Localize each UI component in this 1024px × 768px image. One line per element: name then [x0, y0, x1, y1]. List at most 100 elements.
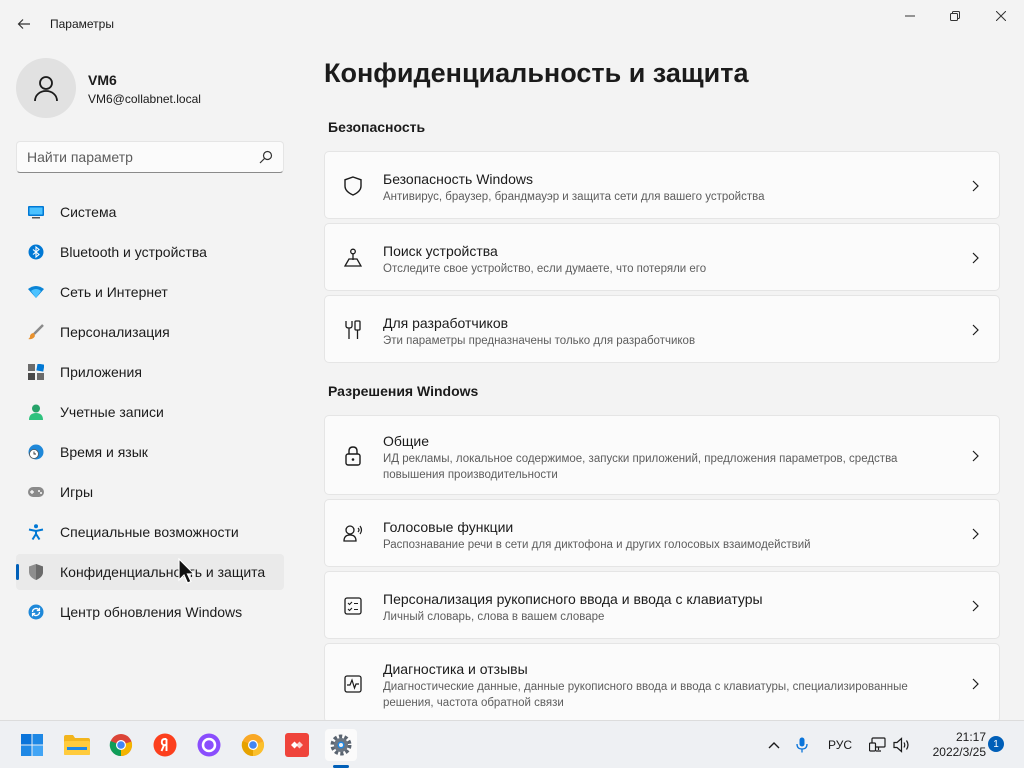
- network-tray-button[interactable]: [866, 721, 890, 768]
- taskbar-chrome[interactable]: [105, 729, 137, 761]
- sidebar-item-label: Конфиденциальность и защита: [60, 564, 266, 580]
- taskbar-alice[interactable]: [193, 729, 225, 761]
- restore-icon: [950, 11, 960, 21]
- sidebar-item-label: Учетные записи: [60, 404, 164, 420]
- minimize-button[interactable]: [887, 0, 933, 32]
- close-button[interactable]: [978, 0, 1024, 32]
- card-description: ИД рекламы, локальное содержимое, запуск…: [383, 453, 898, 481]
- taskbar-file-explorer[interactable]: [61, 729, 93, 761]
- account-icon: [28, 404, 44, 420]
- chevron-right-icon: [972, 450, 979, 462]
- section-header-security: Безопасность: [328, 119, 426, 135]
- microphone-icon: [796, 737, 808, 753]
- card-title: Персонализация рукописного ввода и ввода…: [383, 591, 763, 607]
- update-icon: [28, 604, 44, 620]
- clock-date: 2022/3/25: [932, 745, 986, 759]
- card-title: Для разработчиков: [383, 315, 509, 331]
- chrome-icon: [109, 734, 133, 757]
- minimize-icon: [905, 15, 915, 17]
- taskbar-anydesk[interactable]: [281, 729, 313, 761]
- card-inking-typing[interactable]: Персонализация рукописного ввода и ввода…: [324, 571, 1000, 639]
- avatar[interactable]: [16, 58, 76, 118]
- sidebar-item-personalization[interactable]: Персонализация: [16, 314, 284, 350]
- network-wired-icon: [869, 737, 886, 752]
- app-title: Параметры: [50, 17, 114, 31]
- sidebar-item-privacy[interactable]: Конфиденциальность и защита: [16, 554, 284, 590]
- sidebar-item-bluetooth[interactable]: Bluetooth и устройства: [16, 234, 284, 270]
- chevron-right-icon: [972, 600, 979, 612]
- anydesk-icon: [285, 733, 309, 757]
- microphone-button[interactable]: [790, 721, 814, 768]
- section-header-windows-permissions: Разрешения Windows: [328, 383, 479, 399]
- chevron-right-icon: [972, 180, 979, 192]
- notification-badge[interactable]: 1: [988, 736, 1004, 752]
- show-hidden-icons-button[interactable]: [762, 721, 786, 768]
- card-diagnostics-feedback[interactable]: Диагностика и отзывы Диагностические дан…: [324, 643, 1000, 723]
- taskbar-settings[interactable]: [325, 729, 357, 761]
- taskbar: РУС 21:17 2022/3/25: [0, 720, 1024, 768]
- volume-button[interactable]: [890, 721, 914, 768]
- settings-icon: [330, 734, 352, 756]
- diagnostics-icon: [343, 674, 363, 694]
- start-button[interactable]: [16, 729, 48, 761]
- search-icon[interactable]: [259, 150, 273, 164]
- brush-icon: [28, 324, 44, 340]
- clock[interactable]: 21:17 2022/3/25: [916, 730, 986, 760]
- card-description: Антивирус, браузер, брандмауэр и защита …: [383, 191, 765, 203]
- search-box: [16, 141, 284, 173]
- card-title: Безопасность Windows: [383, 171, 533, 187]
- card-title: Диагностика и отзывы: [383, 661, 528, 677]
- sidebar-item-label: Приложения: [60, 364, 142, 380]
- chevron-right-icon: [972, 252, 979, 264]
- card-general[interactable]: Общие ИД рекламы, локальное содержимое, …: [324, 415, 1000, 495]
- card-find-device[interactable]: Поиск устройства Отследите свое устройст…: [324, 223, 1000, 291]
- start-icon: [21, 734, 43, 756]
- search-input[interactable]: [17, 142, 247, 172]
- card-title: Поиск устройства: [383, 243, 498, 259]
- lock-icon: [343, 446, 363, 466]
- shield-icon: [28, 564, 44, 580]
- sidebar-item-accounts[interactable]: Учетные записи: [16, 394, 284, 430]
- sidebar-item-system[interactable]: Система: [16, 194, 284, 230]
- card-title: Голосовые функции: [383, 519, 514, 535]
- taskbar-chrome-canary[interactable]: [237, 729, 269, 761]
- sidebar-item-label: Bluetooth и устройства: [60, 244, 207, 260]
- card-title: Общие: [383, 433, 430, 449]
- sidebar-item-network[interactable]: Сеть и Интернет: [16, 274, 284, 310]
- back-button[interactable]: [8, 8, 40, 40]
- shield-icon: [343, 176, 363, 196]
- sidebar-item-windows-update[interactable]: Центр обновления Windows: [16, 594, 284, 630]
- developer-tools-icon: [343, 320, 363, 340]
- sidebar-item-label: Время и язык: [60, 444, 148, 460]
- clock-time: 21:17: [955, 730, 986, 744]
- alice-icon: [197, 733, 221, 757]
- taskbar-yandex-browser[interactable]: [149, 729, 181, 761]
- system-icon: [28, 204, 44, 220]
- sidebar-item-label: Игры: [60, 484, 94, 500]
- language-indicator[interactable]: РУС: [822, 721, 858, 768]
- maximize-button[interactable]: [932, 0, 978, 32]
- sidebar-item-label: Сеть и Интернет: [60, 284, 168, 300]
- sidebar-item-apps[interactable]: Приложения: [16, 354, 284, 390]
- card-description: Распознавание речи в сети для диктофона …: [383, 539, 811, 551]
- chevron-right-icon: [972, 324, 979, 336]
- sidebar-item-label: Специальные возможности: [60, 524, 239, 540]
- sidebar-item-label: Система: [60, 204, 117, 220]
- user-name: VM6: [88, 72, 117, 88]
- card-for-developers[interactable]: Для разработчиков Эти параметры предназн…: [324, 295, 1000, 363]
- sidebar-item-gaming[interactable]: Игры: [16, 474, 284, 510]
- sidebar-item-time-language[interactable]: Время и язык: [16, 434, 284, 470]
- sidebar-item-accessibility[interactable]: Специальные возможности: [16, 514, 284, 550]
- apps-icon: [28, 364, 44, 380]
- card-speech[interactable]: Голосовые функции Распознавание речи в с…: [324, 499, 1000, 567]
- sidebar-item-label: Персонализация: [60, 324, 170, 340]
- card-description: Эти параметры предназначены только для р…: [383, 335, 696, 347]
- sidebar-nav: Система Bluetooth и устройства Сеть и Ин…: [16, 194, 284, 634]
- file-explorer-icon: [64, 735, 90, 755]
- card-windows-security[interactable]: Безопасность Windows Антивирус, браузер,…: [324, 151, 1000, 219]
- user-email: VM6@collabnet.local: [88, 92, 201, 106]
- user-icon: [34, 76, 58, 102]
- page-title: Конфиденциальность и защита: [324, 58, 749, 88]
- checklist-icon: [343, 596, 363, 616]
- chrome-canary-icon: [241, 734, 265, 757]
